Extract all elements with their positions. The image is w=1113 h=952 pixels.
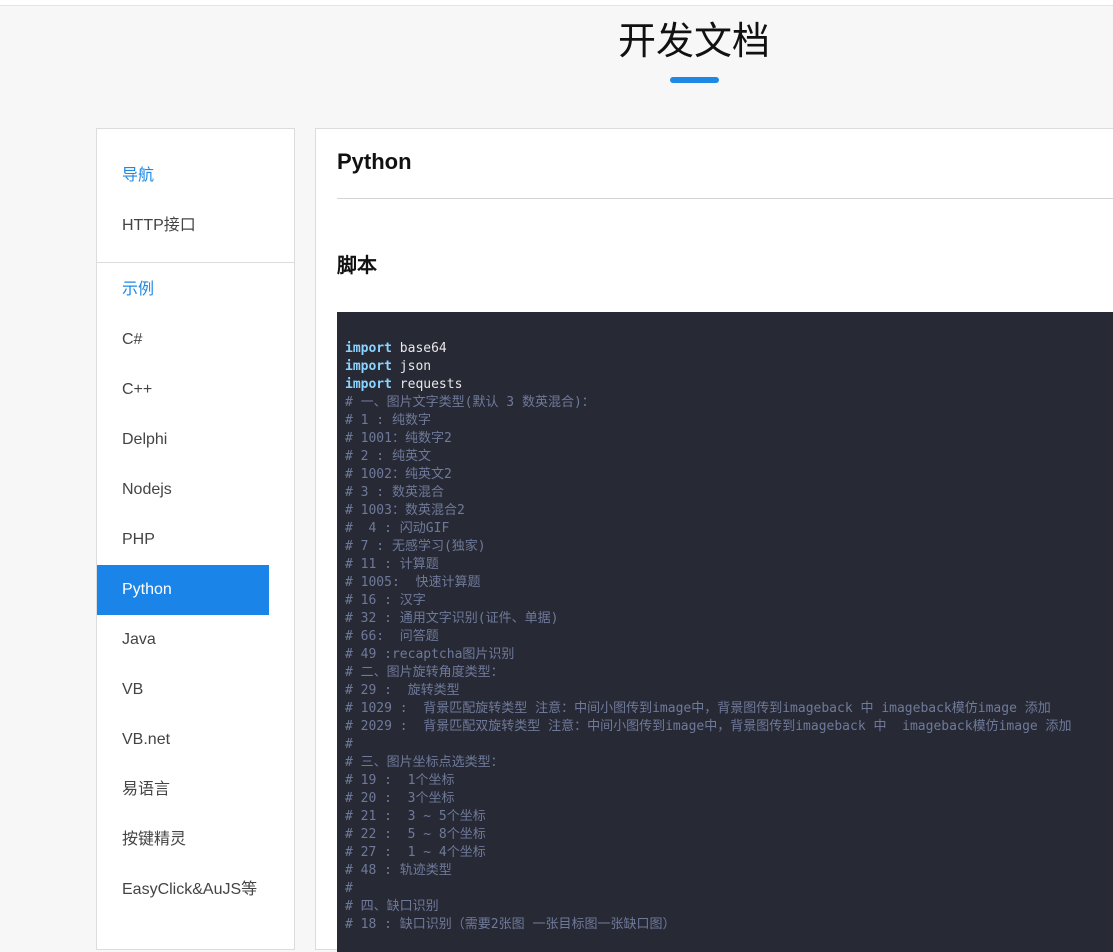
code-comment-line: # 1003：数英混合2 xyxy=(345,503,465,518)
title-underline xyxy=(670,77,719,83)
code-comment-line: # 四、缺口识别 xyxy=(345,899,439,914)
code-comment-line: # 18 : 缺口识别（需要2张图 一张目标图一张缺口图） xyxy=(345,917,676,932)
code-comment-line: # 二、图片旋转角度类型： xyxy=(345,665,504,680)
nav-group-navigation: 导航 HTTP接口 xyxy=(97,129,294,263)
nav-header-navigation: 导航 xyxy=(122,167,155,184)
code-comment-line: # 一、图片文字类型(默认 3 数英混合)： xyxy=(345,395,595,410)
code-comment-line: # 1 : 纯数字 xyxy=(345,413,431,428)
content-title: Python xyxy=(337,149,412,174)
sidebar-item-delphi[interactable]: Delphi xyxy=(97,415,269,465)
code-keyword: import xyxy=(345,341,392,356)
sidebar-item-anjian[interactable]: 按键精灵 xyxy=(97,815,269,865)
content-divider xyxy=(337,198,1113,199)
nav-header-examples: 示例 xyxy=(122,281,155,298)
section-title: 脚本 xyxy=(337,253,377,277)
code-comment-line: # 11 : 计算题 xyxy=(345,557,439,572)
sidebar-item-vbnet[interactable]: VB.net xyxy=(97,715,269,765)
sidebar-item-easyclick[interactable]: EasyClick&AuJS等 xyxy=(97,865,269,915)
nav-group-examples: 示例 C# C++ Delphi Nodejs PHP Python Java … xyxy=(97,263,294,915)
sidebar-item-cpp[interactable]: C++ xyxy=(97,365,269,415)
code-comment-line: # 66: 问答题 xyxy=(345,629,439,644)
code-comment-line: # 4 : 闪动GIF xyxy=(345,521,450,536)
code-line-import: import requests xyxy=(345,376,1113,394)
code-module: requests xyxy=(399,377,463,392)
code-comment-line: # 48 : 轨迹类型 xyxy=(345,863,452,878)
top-border xyxy=(0,0,1113,6)
content-panel: Python 脚本 import base64 import json impo… xyxy=(315,128,1113,952)
sidebar-item-csharp[interactable]: C# xyxy=(97,315,269,365)
sidebar-item-http-api[interactable]: HTTP接口 xyxy=(97,201,269,251)
code-comment-line: # 22 : 5 ~ 8个坐标 xyxy=(345,827,486,842)
code-keyword: import xyxy=(345,359,392,374)
code-keyword: import xyxy=(345,377,392,392)
code-comment-line: # 2029 : 背景匹配双旋转类型 注意：中间小图传到image中，背景图传到… xyxy=(345,719,1072,734)
code-comment-line: # 49 :recaptcha图片识别 xyxy=(345,647,515,662)
code-comment-line: # 1029 : 背景匹配旋转类型 注意：中间小图传到image中，背景图传到i… xyxy=(345,701,1051,716)
code-module: base64 xyxy=(399,341,447,356)
code-comment-line: # 16 : 汉字 xyxy=(345,593,426,608)
sidebar-item-php[interactable]: PHP xyxy=(97,515,269,565)
code-comment-line: # 3 : 数英混合 xyxy=(345,485,444,500)
page-title: 开发文档 xyxy=(617,19,770,63)
code-line-import: import base64 xyxy=(345,340,1113,358)
sidebar-item-java[interactable]: Java xyxy=(97,615,269,665)
code-comment-line: # 2 : 纯英文 xyxy=(345,449,431,464)
code-comment-line: # 7 : 无感学习(独家) xyxy=(345,539,486,554)
code-comment-line: # 1005: 快速计算题 xyxy=(345,575,481,590)
code-comment-line: # 1002：纯英文2 xyxy=(345,467,452,482)
code-comment-line: # xyxy=(345,881,353,896)
code-comment-line: # 27 : 1 ~ 4个坐标 xyxy=(345,845,486,860)
code-comment-line: # 20 : 3个坐标 xyxy=(345,791,455,806)
code-comment-line: # 32 : 通用文字识别(证件、单据) xyxy=(345,611,559,626)
code-block[interactable]: import base64 import json import request… xyxy=(337,312,1113,952)
code-comment-line: # 三、图片坐标点选类型： xyxy=(345,755,504,770)
code-comment-line: # 21 : 3 ~ 5个坐标 xyxy=(345,809,486,824)
sidebar-item-e-language[interactable]: 易语言 xyxy=(97,765,269,815)
sidebar-item-nodejs[interactable]: Nodejs xyxy=(97,465,269,515)
code-comment-line: # 19 : 1个坐标 xyxy=(345,773,455,788)
code-module: json xyxy=(399,359,432,374)
code-comment-line: # 1001：纯数字2 xyxy=(345,431,452,446)
code-comment-line: # xyxy=(345,737,353,752)
sidebar-item-vb[interactable]: VB xyxy=(97,665,269,715)
code-line-import: import json xyxy=(345,358,1113,376)
code-comment-line: # 29 : 旋转类型 xyxy=(345,683,460,698)
sidebar-item-python[interactable]: Python xyxy=(97,565,269,615)
sidebar: 导航 HTTP接口 示例 C# C++ Delphi Nodejs PHP Py… xyxy=(96,128,295,950)
